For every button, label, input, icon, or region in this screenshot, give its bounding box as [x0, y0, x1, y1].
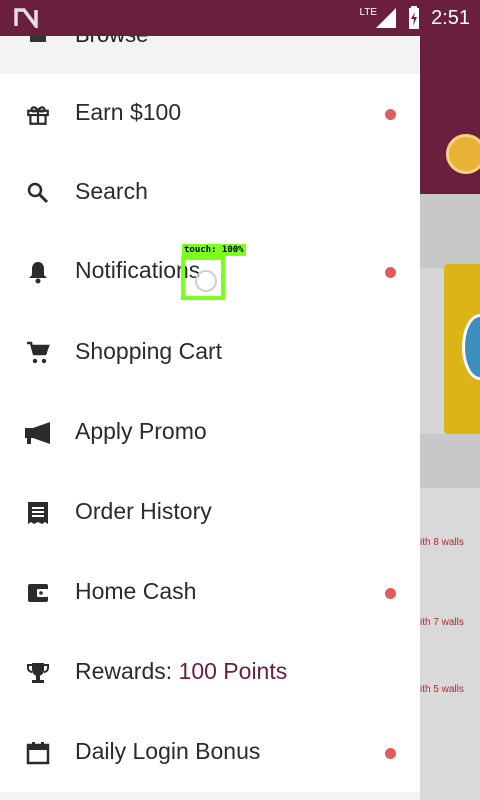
- gift-icon: [24, 100, 52, 128]
- receipt-icon: [24, 499, 52, 527]
- battery-icon: [409, 6, 420, 29]
- coin-icon: [446, 134, 480, 174]
- walls-text: ith 8 walls: [420, 537, 464, 548]
- drawer-item-order-history[interactable]: Order History: [0, 472, 420, 552]
- rewards-points: 100 Points: [178, 658, 288, 684]
- drawer-item-rewards[interactable]: Rewards: 100 Points: [0, 632, 420, 712]
- drawer-item-daily-login-bonus[interactable]: Daily Login Bonus: [0, 712, 420, 792]
- drawer-item-label: Search: [75, 178, 148, 204]
- notification-dot: [385, 748, 396, 759]
- status-bar: LTE 2:51: [0, 0, 480, 36]
- notification-dot: [385, 588, 396, 599]
- signal-icon: [376, 8, 397, 28]
- drawer-item-label: Home Cash: [75, 578, 197, 604]
- search-icon: [24, 179, 52, 207]
- drawer-item-label: Rewards: 100 Points: [75, 658, 287, 685]
- drawer-bottom-divider: [0, 792, 420, 800]
- drawer-item-apply-promo[interactable]: Apply Promo: [0, 392, 420, 472]
- touch-label: touch: 100%: [182, 244, 246, 256]
- trophy-icon: [24, 659, 52, 687]
- drawer-item-earn[interactable]: Earn $100: [0, 73, 420, 153]
- walls-text: ith 5 walls: [420, 684, 464, 695]
- walls-text: ith 7 walls: [420, 617, 464, 628]
- network-type: LTE: [359, 6, 378, 18]
- megaphone-icon: [24, 419, 52, 447]
- rewards-label: Rewards:: [75, 658, 179, 684]
- drawer-item-label: Apply Promo: [75, 418, 207, 444]
- background-app: ith 8 walls ith 7 walls ith 5 walls: [420, 36, 480, 800]
- android-n-logo-icon: [14, 8, 38, 28]
- drawer-item-home-cash[interactable]: Home Cash: [0, 552, 420, 632]
- drawer-item-search[interactable]: Search: [0, 152, 420, 232]
- notification-dot: [385, 109, 396, 120]
- wallet-icon: [24, 579, 52, 607]
- bell-icon: [24, 258, 52, 286]
- calendar-icon: [24, 739, 52, 767]
- touch-indicator: [181, 256, 225, 300]
- drawer-item-label: Shopping Cart: [75, 338, 223, 364]
- clock: 2:51: [431, 6, 470, 29]
- drawer-item-browse[interactable]: Browse: [0, 22, 420, 74]
- drawer-item-label: Earn $100: [75, 99, 182, 125]
- drawer-item-shopping-cart[interactable]: Shopping Cart: [0, 312, 420, 392]
- notification-dot: [385, 267, 396, 278]
- touch-ripple: [195, 270, 217, 292]
- cart-icon: [24, 339, 52, 367]
- drawer-item-label: Daily Login Bonus: [75, 738, 261, 764]
- background-list: [420, 488, 480, 800]
- drawer-item-label: Order History: [75, 498, 212, 524]
- navigation-drawer: Browse Earn $100 Search Notifications Sh…: [0, 22, 420, 800]
